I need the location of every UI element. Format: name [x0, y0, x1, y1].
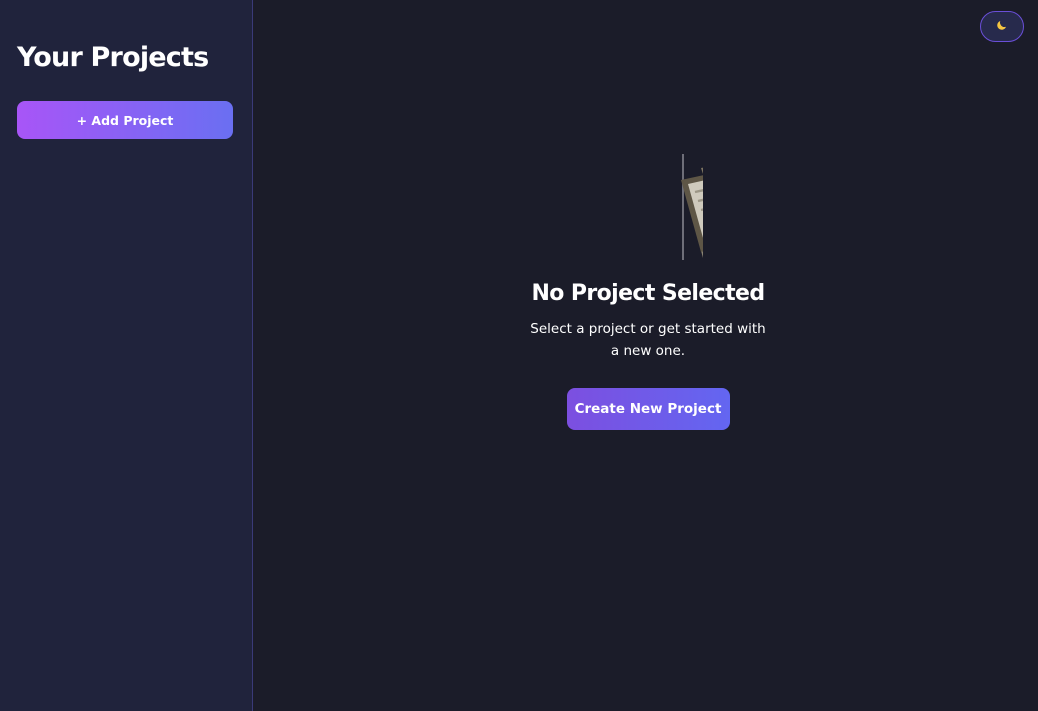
app-root: Your Projects + Add Project No Project S… — [0, 0, 1038, 711]
add-project-button[interactable]: + Add Project — [17, 101, 233, 139]
clipboard-icon — [681, 167, 703, 258]
sidebar: Your Projects + Add Project — [0, 0, 253, 711]
moon-icon — [996, 19, 1008, 34]
empty-state-description: Select a project or get started with a n… — [530, 321, 766, 359]
clipboard-illustration — [593, 150, 703, 262]
create-new-project-button[interactable]: Create New Project — [566, 388, 730, 430]
theme-toggle-button[interactable] — [980, 11, 1024, 42]
empty-state-title: No Project Selected — [531, 281, 765, 306]
empty-state: No Project Selected Select a project or … — [508, 150, 788, 430]
sidebar-title: Your Projects — [17, 42, 209, 73]
